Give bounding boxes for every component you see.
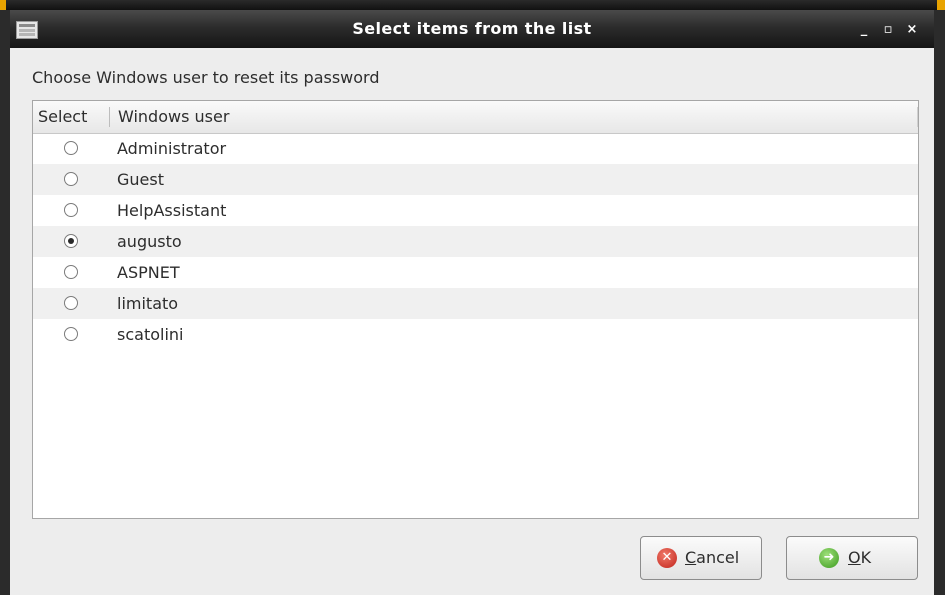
maximize-button[interactable]: ▫	[880, 22, 896, 38]
cancel-label-rest: ancel	[696, 548, 740, 567]
radio-button[interactable]	[64, 141, 78, 155]
ok-button[interactable]: ➜ OK	[786, 536, 918, 580]
column-header-select[interactable]: Select	[38, 101, 87, 133]
column-header-windows-user[interactable]: Windows user	[118, 101, 229, 133]
ok-button-label: OK	[848, 537, 871, 579]
list-rows: Administrator Guest HelpAssistant august…	[33, 133, 918, 350]
list-header: Select Windows user	[33, 101, 918, 134]
title-bar[interactable]: Select items from the list _ ▫ ×	[10, 10, 934, 48]
list-row[interactable]: augusto	[33, 226, 918, 257]
radio-button[interactable]	[64, 234, 78, 248]
desktop-background-left	[0, 10, 10, 595]
radio-button[interactable]	[64, 203, 78, 217]
cancel-mnemonic: C	[685, 548, 697, 567]
column-divider-end	[917, 107, 918, 127]
radio-button[interactable]	[64, 172, 78, 186]
window-title: Select items from the list	[352, 19, 592, 38]
user-name: scatolini	[117, 325, 184, 344]
desktop-background-right	[933, 10, 945, 595]
list-row[interactable]: limitato	[33, 288, 918, 319]
list-row[interactable]: Administrator	[33, 133, 918, 164]
radio-button[interactable]	[64, 265, 78, 279]
list-row[interactable]: scatolini	[33, 319, 918, 350]
dialog-prompt: Choose Windows user to reset its passwor…	[32, 68, 380, 87]
user-name: ASPNET	[117, 263, 180, 282]
user-name: limitato	[117, 294, 179, 313]
list-row[interactable]: HelpAssistant	[33, 195, 918, 226]
radio-button[interactable]	[64, 296, 78, 310]
cancel-button-label: Cancel	[685, 537, 739, 579]
select-items-dialog: Select items from the list _ ▫ × Choose …	[10, 10, 934, 595]
cancel-button[interactable]: ✕ Cancel	[640, 536, 762, 580]
minimize-button[interactable]: _	[856, 22, 872, 38]
radio-button[interactable]	[64, 327, 78, 341]
ok-label-rest: K	[860, 548, 872, 567]
cancel-icon: ✕	[657, 548, 677, 568]
ok-arrow-icon: ➜	[819, 548, 839, 568]
column-divider	[109, 107, 110, 127]
user-name: Guest	[117, 170, 164, 189]
user-name: HelpAssistant	[117, 201, 227, 220]
desktop-top-bar	[0, 0, 945, 10]
ok-mnemonic: O	[848, 548, 861, 567]
user-name: Administrator	[117, 139, 227, 158]
user-list[interactable]: Select Windows user Administrator Guest …	[32, 100, 919, 519]
list-row[interactable]: Guest	[33, 164, 918, 195]
user-name: augusto	[117, 232, 182, 251]
list-row[interactable]: ASPNET	[33, 257, 918, 288]
close-button[interactable]: ×	[904, 22, 920, 38]
